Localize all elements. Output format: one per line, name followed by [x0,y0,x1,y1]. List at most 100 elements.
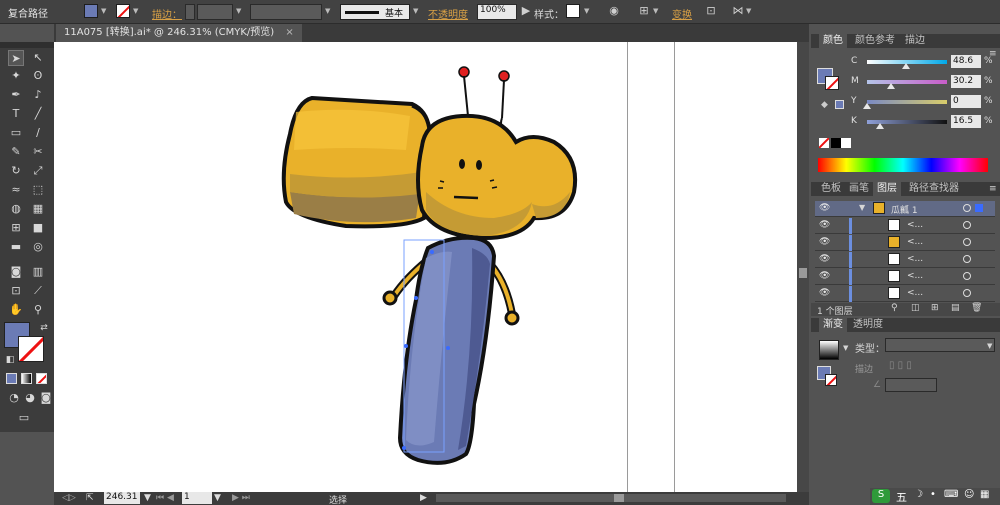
opacity-input[interactable]: 100% [477,4,517,20]
slice-tool-icon[interactable]: ⟋ [30,283,46,299]
target-circle-icon[interactable] [963,221,971,229]
out-of-gamut-icon[interactable]: ◆ [821,100,828,110]
tab-color-guide[interactable]: 颜色参考 [851,34,899,48]
paintbrush-tool-icon[interactable]: ∕ [30,125,46,141]
default-colors-icon[interactable]: ◧ [2,352,18,368]
ime-keyboard-icon[interactable]: ⌨ [944,489,958,500]
layer-row[interactable]: 👁 <... [815,218,995,234]
cyan-slider[interactable]: C 48.6 % [851,55,997,70]
document-tab[interactable]: 11A075 [转换].ai* @ 246.31% (CMYK/预览) × [56,24,302,42]
magenta-slider[interactable]: M 30.2 % [851,75,997,90]
blend-tool-icon[interactable]: ◎ [30,239,46,255]
pencil-tool-icon[interactable]: ✎ [8,144,24,160]
transform-link[interactable]: 变换 [672,6,692,22]
visibility-eye-icon[interactable]: 👁 [819,271,831,281]
target-circle-icon[interactable] [963,289,971,297]
hand-tool-icon[interactable]: ✋ [8,302,24,318]
layer-row[interactable]: 👁 <... [815,252,995,268]
stroke-weight-input[interactable] [197,4,233,20]
layer-row[interactable]: 👁 <... [815,269,995,285]
lasso-tool-icon[interactable]: ʘ [30,68,46,84]
last-artboard-icon[interactable]: ▶ ⏭ [232,493,250,503]
ime-moon-icon[interactable]: ☽ [914,489,923,500]
angle-input[interactable] [885,378,937,392]
layer-name[interactable]: <... [907,220,923,230]
opacity-label[interactable]: 不透明度 [428,6,468,22]
tab-stroke[interactable]: 描边 [901,34,929,48]
profile-dropdown-icon[interactable]: ▼ [325,7,333,23]
rectangle-tool-icon[interactable]: ▭ [8,125,24,141]
layers-panel-menu-icon[interactable]: ≡ [989,184,997,194]
status-menu-icon[interactable]: ▶ [420,493,427,503]
horizontal-scrollbar[interactable] [436,494,786,502]
tab-brushes[interactable]: 画笔 [845,182,873,196]
white-color-icon[interactable] [841,138,851,148]
stroke-color-box[interactable] [18,336,44,362]
vertical-scrollbar[interactable] [797,42,809,492]
target-circle-icon[interactable] [963,238,971,246]
column-graph-tool-icon[interactable]: ▥ [30,264,46,280]
shape-builder-tool-icon[interactable]: ◍ [8,201,24,217]
tab-layers[interactable]: 图层 [873,182,901,196]
layer-row[interactable]: 👁 <... [815,235,995,251]
magic-wand-tool-icon[interactable]: ✦ [8,68,24,84]
layer-name[interactable]: <... [907,254,923,264]
new-sublayer-icon[interactable]: ⊞ [931,303,939,313]
brush-dropdown-icon[interactable]: ▼ [413,7,421,23]
black-color-icon[interactable] [831,138,841,148]
type-tool-icon[interactable]: T [8,106,24,122]
visibility-eye-icon[interactable]: 👁 [819,254,831,264]
perspective-grid-tool-icon[interactable]: ▦ [30,201,46,217]
arrange-icon[interactable]: ⋈ [730,4,746,20]
width-tool-icon[interactable]: ≈ [8,182,24,198]
stroke-weight-label[interactable]: 描边： [152,6,182,22]
curvature-tool-icon[interactable]: ♪ [30,87,46,103]
fill-dropdown-icon[interactable]: ▼ [101,7,109,23]
scissors-tool-icon[interactable]: ✂ [30,144,46,160]
stroke-gradient-options-icon[interactable]: ▯ ▯ ▯ [889,360,912,371]
stroke-dropdown-icon[interactable]: ▼ [133,7,141,23]
gradient-preview[interactable] [819,340,839,360]
style-dropdown-icon[interactable]: ▼ [584,7,592,23]
delete-layer-icon[interactable]: 🗑 [971,303,982,313]
recolor-artwork-icon[interactable]: ◉ [606,4,622,20]
selection-tool-icon[interactable]: ➤ [8,50,24,66]
toolbar-grip[interactable] [0,42,54,48]
ime-punctuation-icon[interactable]: • [930,489,936,500]
fill-swatch[interactable] [84,4,98,18]
ime-user-icon[interactable]: ☺ [964,489,974,500]
visibility-eye-icon[interactable]: 👁 [819,288,831,298]
gamut-swatch[interactable] [835,100,844,109]
artboard-number-input[interactable]: 1 [182,492,212,504]
target-circle-icon[interactable] [963,272,971,280]
close-tab-icon[interactable]: × [285,27,293,38]
artboard-nav-icon[interactable]: ⇱ [86,493,94,503]
screen-mode-icon[interactable]: ▭ [16,410,32,426]
color-spectrum[interactable] [818,158,988,172]
gradient-mode-icon[interactable] [21,373,32,384]
slider-thumb[interactable] [901,63,910,69]
measure-tool-icon[interactable]: ▬ [8,239,24,255]
gradient-stroke-swatch[interactable] [825,374,837,386]
slider-thumb[interactable] [887,83,896,89]
draw-behind-icon[interactable]: ◕ [22,390,38,406]
yellow-slider[interactable]: Y 0 % [851,95,997,110]
slider-thumb[interactable] [863,103,871,109]
align-dropdown-icon[interactable]: ▼ [653,7,661,23]
type-dropdown-icon[interactable]: ▼ [987,342,992,350]
rotate-tool-icon[interactable]: ↻ [8,163,24,179]
ime-menu-icon[interactable]: ▦ [980,489,989,500]
graphic-style-swatch[interactable] [566,4,580,18]
tab-pathfinder[interactable]: 路径查找器 [905,182,963,196]
visibility-eye-icon[interactable]: 👁 [819,203,831,213]
panel-stroke-swatch[interactable] [825,76,839,90]
draw-normal-icon[interactable]: ◔ [6,390,22,406]
swap-fill-stroke-icon[interactable]: ⇄ [36,320,52,336]
new-layer-icon[interactable]: ▤ [951,303,960,313]
make-clipping-mask-icon[interactable]: ◫ [911,303,920,313]
layer-name[interactable]: <... [907,288,923,298]
expand-arrow-icon[interactable]: ▼ [859,203,865,212]
line-tool-icon[interactable]: ╱ [30,106,46,122]
tab-color[interactable]: 颜色 [819,34,847,48]
tab-transparency[interactable]: 透明度 [849,318,887,332]
